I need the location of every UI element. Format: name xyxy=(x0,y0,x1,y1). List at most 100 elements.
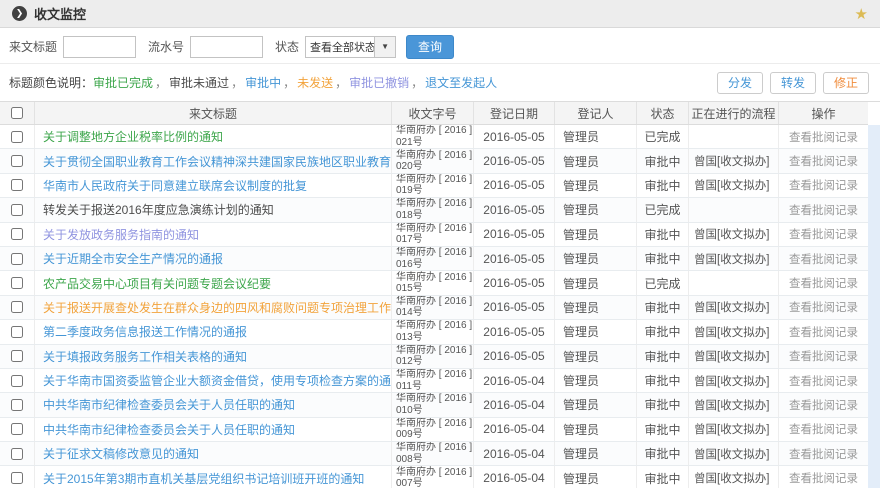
query-button[interactable]: 查询 xyxy=(406,35,454,59)
doc-title-link[interactable]: 关于华南市国资委监管企业大额资金借贷，使用专项检查方案的通知 xyxy=(35,372,391,389)
operation-cell: 查看批阅记录 xyxy=(779,418,868,441)
view-records-link[interactable]: 查看批阅记录 xyxy=(789,202,858,218)
current-flow: 曾国[收文拟办] xyxy=(689,247,779,270)
view-records-link[interactable]: 查看批阅记录 xyxy=(789,446,858,462)
row-checkbox[interactable] xyxy=(11,228,23,240)
register-date: 2016-05-05 xyxy=(474,198,555,221)
doc-title-link[interactable]: 关于填报政务服务工作相关表格的通知 xyxy=(35,348,247,365)
table-row: 关于华南市国资委监管企业大额资金借贷，使用专项检查方案的通知 华南府办 [ 20… xyxy=(0,369,868,393)
doc-title-link[interactable]: 关于近期全市安全生产情况的通报 xyxy=(35,250,223,267)
row-checkbox-cell xyxy=(0,418,35,441)
view-records-link[interactable]: 查看批阅记录 xyxy=(789,129,858,145)
doc-title-link[interactable]: 农产品交易中心项目有关问题专题会议纪要 xyxy=(35,275,271,292)
doc-number: 华南府办 [ 2016 ] 019号 xyxy=(392,174,474,197)
doc-number: 华南府办 [ 2016 ] 021号 xyxy=(392,125,474,148)
current-flow: 曾国[收文拟办] xyxy=(689,393,779,416)
legend-separator: ， xyxy=(283,76,295,90)
doc-number: 华南府办 [ 2016 ] 014号 xyxy=(392,296,474,319)
action-button-转发[interactable]: 转发 xyxy=(770,72,816,94)
view-records-link[interactable]: 查看批阅记录 xyxy=(789,348,858,364)
table-row: 第二季度政务信息报送工作情况的通报 华南府办 [ 2016 ] 013号 201… xyxy=(0,320,868,344)
status-text: 审批中 xyxy=(637,149,689,172)
row-checkbox[interactable] xyxy=(11,155,23,167)
view-records-link[interactable]: 查看批阅记录 xyxy=(789,226,858,242)
register-date: 2016-05-05 xyxy=(474,174,555,197)
doc-title-link[interactable]: 第二季度政务信息报送工作情况的通报 xyxy=(35,323,247,340)
row-checkbox[interactable] xyxy=(11,375,23,387)
legend-item: 审批已撤销 xyxy=(349,76,409,90)
view-records-link[interactable]: 查看批阅记录 xyxy=(789,397,858,413)
action-button-分发[interactable]: 分发 xyxy=(717,72,763,94)
registrant: 管理员 xyxy=(555,223,637,246)
view-records-link[interactable]: 查看批阅记录 xyxy=(789,373,858,389)
row-checkbox[interactable] xyxy=(11,350,23,362)
register-date: 2016-05-05 xyxy=(474,296,555,319)
action-button-修正[interactable]: 修正 xyxy=(823,72,869,94)
table-row: 农产品交易中心项目有关问题专题会议纪要 华南府办 [ 2016 ] 015号 2… xyxy=(0,271,868,295)
view-records-link[interactable]: 查看批阅记录 xyxy=(789,275,858,291)
doc-number: 华南府办 [ 2016 ] 020号 xyxy=(392,149,474,172)
scrollbar-track[interactable] xyxy=(868,125,880,488)
doc-title-link[interactable]: 关于发放政务服务指南的通知 xyxy=(35,226,199,243)
doc-title-link[interactable]: 转发关于报送2016年度应急演练计划的通知 xyxy=(35,201,274,218)
serial-field-label: 流水号 xyxy=(148,38,184,55)
row-checkbox[interactable] xyxy=(11,253,23,265)
view-records-link[interactable]: 查看批阅记录 xyxy=(789,470,858,486)
doc-title-link[interactable]: 华南市人民政府关于同意建立联席会议制度的批复 xyxy=(35,177,307,194)
status-text: 审批中 xyxy=(637,320,689,343)
row-checkbox[interactable] xyxy=(11,204,23,216)
registrant: 管理员 xyxy=(555,271,637,294)
page-title: 收文监控 xyxy=(34,4,86,23)
status-text: 审批中 xyxy=(637,393,689,416)
view-records-link[interactable]: 查看批阅记录 xyxy=(789,251,858,267)
doc-title-link[interactable]: 关于2015年第3期市直机关基层党组织书记培训班开班的通知 xyxy=(35,470,364,487)
operation-cell: 查看批阅记录 xyxy=(779,466,868,488)
doc-title-link[interactable]: 关于贯彻全国职业教育工作会议精神深共建国家民族地区职业教育综合...的通知 xyxy=(35,153,391,170)
doc-title-link[interactable]: 关于征求文稿修改意见的通知 xyxy=(35,445,199,462)
table-row: 关于发放政务服务指南的通知 华南府办 [ 2016 ] 017号 2016-05… xyxy=(0,223,868,247)
table-row: 转发关于报送2016年度应急演练计划的通知 华南府办 [ 2016 ] 018号… xyxy=(0,198,868,222)
registrant: 管理员 xyxy=(555,247,637,270)
row-checkbox[interactable] xyxy=(11,423,23,435)
view-records-link[interactable]: 查看批阅记录 xyxy=(789,177,858,193)
operation-cell: 查看批阅记录 xyxy=(779,442,868,465)
status-select-value[interactable]: 查看全部状态 xyxy=(305,36,375,58)
select-all-checkbox[interactable] xyxy=(11,107,23,119)
row-checkbox[interactable] xyxy=(11,179,23,191)
dropdown-arrow-icon[interactable]: ▼ xyxy=(375,36,396,58)
table-row: 关于报送开展查处发生在群众身边的四风和腐败问题专项治理工作方案通知 华南府办 [… xyxy=(0,296,868,320)
doc-title-link[interactable]: 关于调整地方企业税率比例的通知 xyxy=(35,128,223,145)
doc-title-link[interactable]: 中共华南市纪律检查委员会关于人员任职的通知 xyxy=(35,421,295,438)
doc-title-link[interactable]: 关于报送开展查处发生在群众身边的四风和腐败问题专项治理工作方案通知 xyxy=(35,299,391,316)
favorite-star-icon[interactable]: ★ xyxy=(855,5,868,23)
status-text: 审批中 xyxy=(637,418,689,441)
view-records-link[interactable]: 查看批阅记录 xyxy=(789,324,858,340)
row-checkbox[interactable] xyxy=(11,326,23,338)
current-flow: 曾国[收文拟办] xyxy=(689,442,779,465)
view-records-link[interactable]: 查看批阅记录 xyxy=(789,421,858,437)
serial-search-input[interactable] xyxy=(190,36,263,58)
chevron-right-icon: ❯ xyxy=(12,6,27,21)
doc-title-link[interactable]: 中共华南市纪律检查委员会关于人员任职的通知 xyxy=(35,396,295,413)
row-checkbox[interactable] xyxy=(11,472,23,484)
status-select[interactable]: 查看全部状态 ▼ xyxy=(305,36,396,58)
col-header-registrant: 登记人 xyxy=(555,102,637,124)
current-flow: 曾国[收文拟办] xyxy=(689,418,779,441)
view-records-link[interactable]: 查看批阅记录 xyxy=(789,153,858,169)
current-flow: 曾国[收文拟办] xyxy=(689,369,779,392)
title-search-input[interactable] xyxy=(63,36,136,58)
doc-title-cell: 华南市人民政府关于同意建立联席会议制度的批复 xyxy=(35,174,392,197)
row-checkbox[interactable] xyxy=(11,399,23,411)
title-field-label: 来文标题 xyxy=(9,38,57,55)
row-checkbox[interactable] xyxy=(11,131,23,143)
operation-cell: 查看批阅记录 xyxy=(779,125,868,148)
operation-cell: 查看批阅记录 xyxy=(779,149,868,172)
incoming-doc-monitor-page: ❯ 收文监控 ★ 来文标题 流水号 状态 查看全部状态 ▼ 查询 标题颜色说明：… xyxy=(0,0,880,488)
table-row: 关于填报政务服务工作相关表格的通知 华南府办 [ 2016 ] 012号 201… xyxy=(0,345,868,369)
table-row: 华南市人民政府关于同意建立联席会议制度的批复 华南府办 [ 2016 ] 019… xyxy=(0,174,868,198)
row-checkbox[interactable] xyxy=(11,448,23,460)
view-records-link[interactable]: 查看批阅记录 xyxy=(789,299,858,315)
doc-title-cell: 关于填报政务服务工作相关表格的通知 xyxy=(35,345,392,368)
row-checkbox[interactable] xyxy=(11,277,23,289)
row-checkbox[interactable] xyxy=(11,301,23,313)
